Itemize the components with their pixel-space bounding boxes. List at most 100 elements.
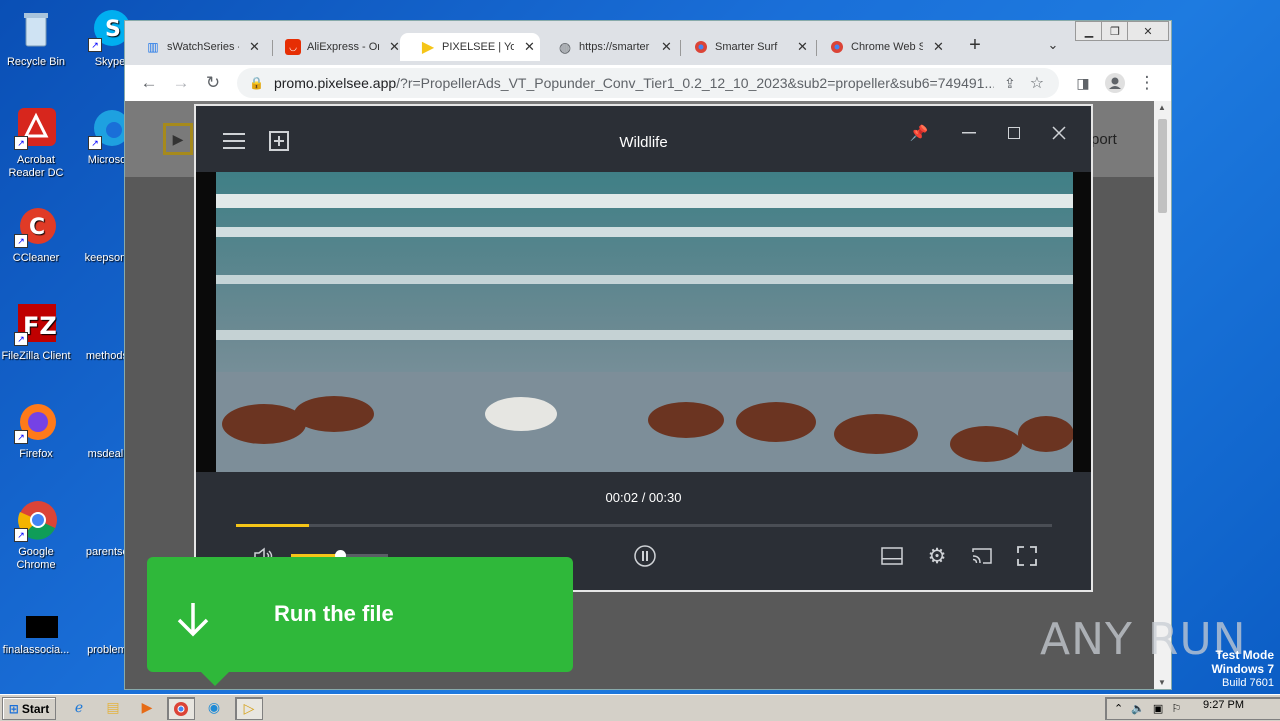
menu-kebab-icon[interactable]: ⋮ <box>1135 71 1159 95</box>
subtitles-icon[interactable] <box>880 544 904 568</box>
desktop-icon-ccleaner[interactable]: C ↗ CCleaner <box>0 204 72 265</box>
shortcut-arrow-icon: ↗ <box>88 136 102 150</box>
tab-close-icon[interactable]: ✕ <box>933 39 944 55</box>
tab-swatchseries[interactable]: ▥ sWatchSeries - ✕ <box>125 33 273 61</box>
svg-text:S: S <box>105 17 121 42</box>
pin-icon[interactable]: 📌 <box>908 122 930 144</box>
forward-arrow-icon[interactable]: → <box>169 71 193 95</box>
taskbar-edge-icon[interactable]: ◉ <box>201 697 227 718</box>
tab-close-icon[interactable]: ✕ <box>797 39 808 55</box>
back-arrow-icon[interactable]: ← <box>137 71 161 95</box>
browser-toolbar: ← → ↻ 🔒 promo.pixelsee.app/?r=PropellerA… <box>125 65 1171 101</box>
profile-avatar-icon[interactable] <box>1103 71 1127 95</box>
volume-tray-icon[interactable]: 🔈 <box>1131 702 1145 715</box>
ccleaner-icon: C ↗ <box>14 204 58 248</box>
taskbar-chrome-icon[interactable] <box>167 697 195 720</box>
pause-icon[interactable] <box>633 544 657 568</box>
tab-close-icon[interactable]: ✕ <box>249 39 260 55</box>
run-the-file-label: Run the file <box>274 601 394 626</box>
start-button[interactable]: ⊞ Start <box>2 697 56 720</box>
recycle-bin-icon <box>14 8 58 52</box>
progress-fill <box>236 524 310 527</box>
desktop-icon-label: Firefox <box>19 448 53 460</box>
desktop-icon-label: Skype <box>94 56 126 68</box>
test-mode-notice: Test Mode Windows 7 Build 7601 <box>1211 648 1274 689</box>
desktop-icon-label: CCleaner <box>12 252 60 264</box>
tab-chrome-web-store[interactable]: Chrome Web S ✕ <box>809 33 949 61</box>
shortcut-arrow-icon: ↗ <box>14 430 28 444</box>
shortcut-arrow-icon: ↗ <box>14 332 28 346</box>
url-host: promo.pixelsee.app <box>273 75 397 91</box>
shortcut-arrow-icon: ↗ <box>14 528 28 542</box>
run-the-file-banner[interactable]: Run the file <box>147 557 573 686</box>
filezilla-icon: FZ ↗ <box>14 302 58 346</box>
settings-gear-icon[interactable]: ⚙ <box>925 544 949 568</box>
progress-bar[interactable] <box>236 524 1052 527</box>
page-scrollbar[interactable]: ▲ ▼ <box>1154 101 1171 689</box>
action-center-flag-icon[interactable]: ⚐ <box>1171 702 1181 715</box>
scroll-up-icon[interactable]: ▲ <box>1158 103 1166 112</box>
pixelsee-logo-icon: ▶ <box>163 123 193 155</box>
tab-close-icon[interactable]: ✕ <box>661 39 672 55</box>
share-icon[interactable]: ⇪ <box>1004 75 1016 92</box>
chrome-icon: ↗ <box>14 498 58 542</box>
chrome-icon <box>829 39 845 55</box>
shortcut-arrow-icon: ↗ <box>88 38 102 52</box>
taskbar-media-player-icon[interactable]: ▶ <box>134 697 160 718</box>
desktop-icon-finalassocia[interactable]: finalassocia... <box>0 612 72 657</box>
close-window-button[interactable]: ✕ <box>1127 21 1169 41</box>
reload-icon[interactable]: ↻ <box>201 71 225 95</box>
tab-smarter[interactable]: ◍ https://smarter ✕ <box>537 33 681 61</box>
tab-close-icon[interactable]: ✕ <box>389 39 400 55</box>
taskbar-explorer-folder-icon[interactable]: ▤ <box>100 697 126 718</box>
tab-search-chevron-down-icon[interactable]: ⌄ <box>1041 33 1065 57</box>
taskbar-clock[interactable]: 9:27 PM <box>1203 699 1244 711</box>
windows-logo-icon: ⊞ <box>8 701 19 716</box>
video-frame-horses-on-beach <box>216 172 1073 472</box>
minimize-button[interactable]: ▁ <box>1075 21 1103 41</box>
bookmark-star-icon[interactable]: ☆ <box>1030 73 1044 93</box>
scrollbar-thumb[interactable] <box>1158 119 1167 213</box>
desktop-icon-label: Google Chrome <box>16 546 56 571</box>
desktop-icon-chrome[interactable]: ↗ Google Chrome <box>0 498 72 572</box>
video-player-window: Wildlife 📌 00:02 / 00:30 ⚙ <box>194 104 1093 592</box>
pixelsee-icon: ▶ <box>421 39 435 56</box>
scroll-down-icon[interactable]: ▼ <box>1158 678 1166 687</box>
tray-expand-icon[interactable]: ⌃ <box>1114 702 1123 715</box>
taskbar: ⊞ Start ℯ ▤ ▶ ◉ ▷ ⌃ 🔈 ▣ ⚐ 9:27 PM <box>0 694 1280 721</box>
shortcut-arrow-icon: ↗ <box>14 234 28 248</box>
desktop-icon-recycle-bin[interactable]: Recycle Bin <box>0 8 72 69</box>
fullscreen-icon[interactable] <box>1015 544 1039 568</box>
maximize-button[interactable]: ❐ <box>1101 21 1129 41</box>
firefox-icon: ↗ <box>14 400 58 444</box>
tab-smarter-surf[interactable]: Smarter Surf ✕ <box>673 33 817 61</box>
video-area[interactable] <box>196 172 1091 472</box>
desktop-icon-acrobat[interactable]: ↗ Acrobat Reader DC <box>0 106 72 180</box>
system-tray: ⌃ 🔈 ▣ ⚐ <box>1105 697 1280 720</box>
svg-text:C: C <box>29 215 45 240</box>
desktop-icon-label: Acrobat Reader DC <box>8 154 64 179</box>
cast-icon[interactable] <box>970 544 994 568</box>
desktop-icon-label: finalassocia... <box>2 644 70 656</box>
new-tab-button[interactable]: + <box>963 33 987 57</box>
shortcut-arrow-icon: ↗ <box>14 136 28 150</box>
maximize-icon[interactable] <box>1003 122 1025 144</box>
side-panel-icon[interactable]: ◨ <box>1071 71 1095 95</box>
taskbar-pixelsee-icon[interactable]: ▷ <box>235 697 263 720</box>
close-icon[interactable] <box>1048 122 1070 144</box>
minimize-icon[interactable] <box>958 122 980 144</box>
playback-time: 00:02 / 00:30 <box>605 490 682 505</box>
tab-pixelsee[interactable]: ▶ PIXELSEE | You ✕ <box>400 33 540 61</box>
aliexpress-icon: ◡ <box>285 39 301 55</box>
address-bar[interactable]: 🔒 promo.pixelsee.app/?r=PropellerAds_VT_… <box>237 68 1059 98</box>
desktop-icon-filezilla[interactable]: FZ ↗ FileZilla Client <box>0 302 72 363</box>
network-tray-icon[interactable]: ▣ <box>1153 702 1163 715</box>
taskbar-ie-icon[interactable]: ℯ <box>66 697 92 718</box>
desktop-icon-firefox[interactable]: ↗ Firefox <box>0 400 72 461</box>
desktop-icon-label: Recycle Bin <box>6 56 66 68</box>
download-arrow-icon <box>175 599 211 639</box>
svg-text:FZ: FZ <box>23 312 57 340</box>
tab-close-icon[interactable]: ✕ <box>524 39 535 55</box>
page-support-link[interactable]: port <box>1091 131 1117 148</box>
tab-aliexpress[interactable]: ◡ AliExpress - Or ✕ <box>265 33 405 61</box>
